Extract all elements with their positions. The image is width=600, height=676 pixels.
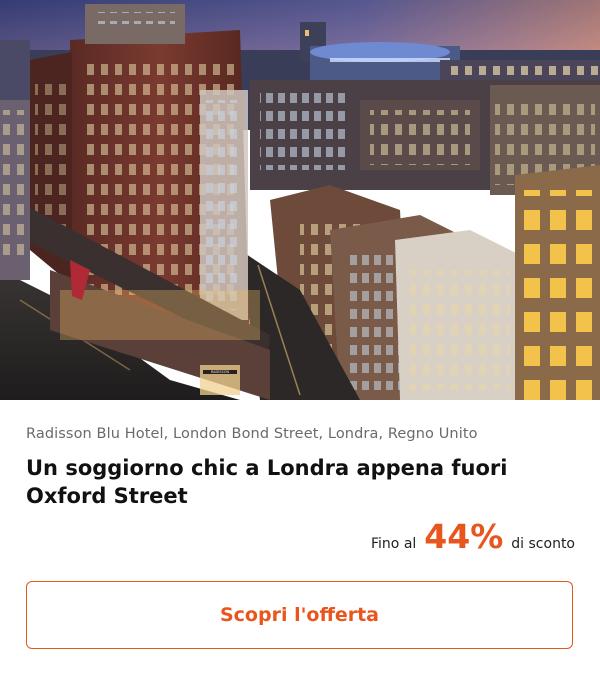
hotel-location: Radisson Blu Hotel, London Bond Street, … [26,426,478,442]
offer-card: RADISSON Radisson Blu Hotel, London Bond… [0,0,600,676]
offer-title: Un soggiorno chic a Londra appena fuori … [26,456,508,508]
discount-badge: Fino al 44% di sconto [371,520,575,553]
discount-suffix: di sconto [511,536,575,552]
discount-prefix: Fino al [371,536,417,552]
discount-percentage: 44% [424,517,504,556]
discover-offer-button[interactable]: Scopri l'offerta [26,581,573,649]
hotel-photo[interactable]: RADISSON [0,0,600,400]
svg-text:RADISSON: RADISSON [211,370,230,374]
